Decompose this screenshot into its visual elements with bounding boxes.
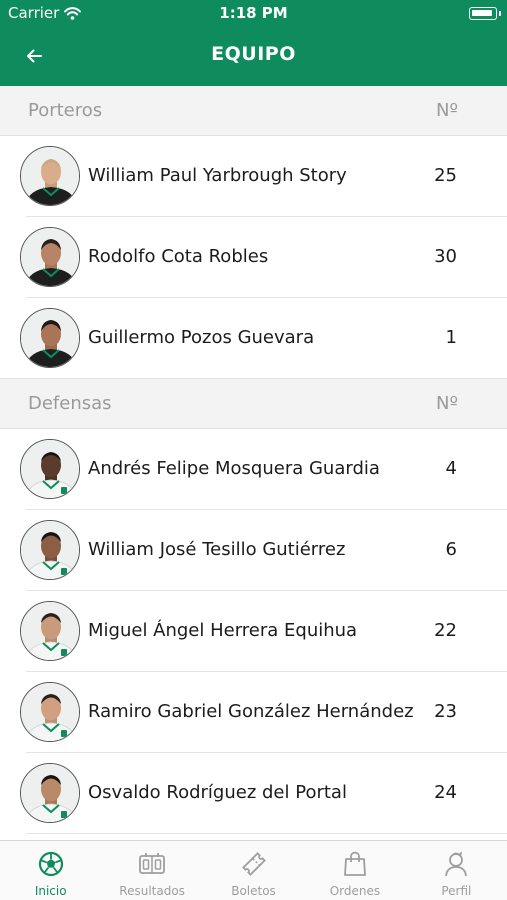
player-avatar bbox=[20, 763, 80, 823]
player-row[interactable]: Andrés Felipe Mosquera Guardia 4 bbox=[0, 429, 507, 510]
battery-icon bbox=[469, 7, 501, 20]
tab-perfil[interactable]: Perfil bbox=[406, 841, 507, 900]
player-avatar bbox=[20, 439, 80, 499]
player-number: 1 bbox=[445, 327, 457, 348]
player-avatar bbox=[20, 601, 80, 661]
player-number: 6 bbox=[445, 539, 457, 560]
number-column-header: Nº bbox=[436, 100, 458, 121]
player-avatar bbox=[20, 227, 80, 287]
player-avatar bbox=[20, 682, 80, 742]
section-header-defensas: Defensas Nº bbox=[0, 379, 507, 429]
player-row[interactable]: Osvaldo Rodríguez del Portal 24 bbox=[0, 753, 507, 834]
section-title: Defensas bbox=[28, 393, 112, 414]
player-avatar bbox=[20, 308, 80, 368]
page-title: EQUIPO bbox=[211, 43, 296, 65]
player-name: Guillermo Pozos Guevara bbox=[88, 327, 315, 348]
nav-bar: EQUIPO bbox=[0, 26, 507, 86]
player-row[interactable]: Miguel Ángel Herrera Equihua 22 bbox=[0, 591, 507, 672]
tab-label: Perfil bbox=[441, 884, 472, 898]
status-time: 1:18 PM bbox=[219, 4, 288, 22]
player-number: 24 bbox=[434, 782, 457, 803]
soccer-ball-icon bbox=[38, 851, 63, 877]
player-name: Andrés Felipe Mosquera Guardia bbox=[88, 458, 380, 479]
tab-resultados[interactable]: Resultados bbox=[101, 841, 202, 900]
player-name: Osvaldo Rodríguez del Portal bbox=[88, 782, 347, 803]
player-row[interactable]: Ramiro Gabriel González Hernández 23 bbox=[0, 672, 507, 753]
section-title: Porteros bbox=[28, 100, 103, 121]
section-header-porteros: Porteros Nº bbox=[0, 86, 507, 136]
tab-label: Inicio bbox=[34, 884, 67, 898]
user-profile-icon bbox=[445, 851, 468, 877]
player-number: 30 bbox=[434, 246, 457, 267]
player-number: 22 bbox=[434, 620, 457, 641]
player-avatar bbox=[20, 146, 80, 206]
player-number: 4 bbox=[445, 458, 457, 479]
player-avatar bbox=[20, 520, 80, 580]
player-number: 23 bbox=[434, 701, 457, 722]
player-row[interactable]: William Paul Yarbrough Story 25 bbox=[0, 136, 507, 217]
scoreboard-icon bbox=[139, 853, 166, 874]
team-list[interactable]: Porteros Nº William Paul Yarbrough Story… bbox=[0, 86, 507, 840]
player-row[interactable]: Guillermo Pozos Guevara 1 bbox=[0, 298, 507, 379]
player-name: William Paul Yarbrough Story bbox=[88, 165, 347, 186]
number-column-header: Nº bbox=[436, 393, 458, 414]
player-name: William José Tesillo Gutiérrez bbox=[88, 539, 346, 560]
tab-label: Ordenes bbox=[329, 884, 381, 898]
player-row[interactable]: William José Tesillo Gutiérrez 6 bbox=[0, 510, 507, 591]
tab-label: Resultados bbox=[119, 884, 185, 898]
player-name: Ramiro Gabriel González Hernández bbox=[88, 701, 414, 722]
tab-bar: Inicio Resultados Boletos Ordenes Perfil bbox=[0, 840, 507, 900]
tab-label: Boletos bbox=[231, 884, 276, 898]
status-bar: Carrier 1:18 PM bbox=[0, 0, 507, 26]
player-name: Miguel Ángel Herrera Equihua bbox=[88, 620, 358, 641]
player-row[interactable]: Rodolfo Cota Robles 30 bbox=[0, 217, 507, 298]
ticket-icon bbox=[241, 852, 266, 876]
shopping-bag-icon bbox=[344, 851, 366, 876]
tab-ordenes[interactable]: Ordenes bbox=[304, 841, 405, 900]
tab-boletos[interactable]: Boletos bbox=[203, 841, 304, 900]
player-name: Rodolfo Cota Robles bbox=[88, 246, 269, 267]
tab-inicio[interactable]: Inicio bbox=[0, 841, 101, 900]
player-number: 25 bbox=[434, 165, 457, 186]
